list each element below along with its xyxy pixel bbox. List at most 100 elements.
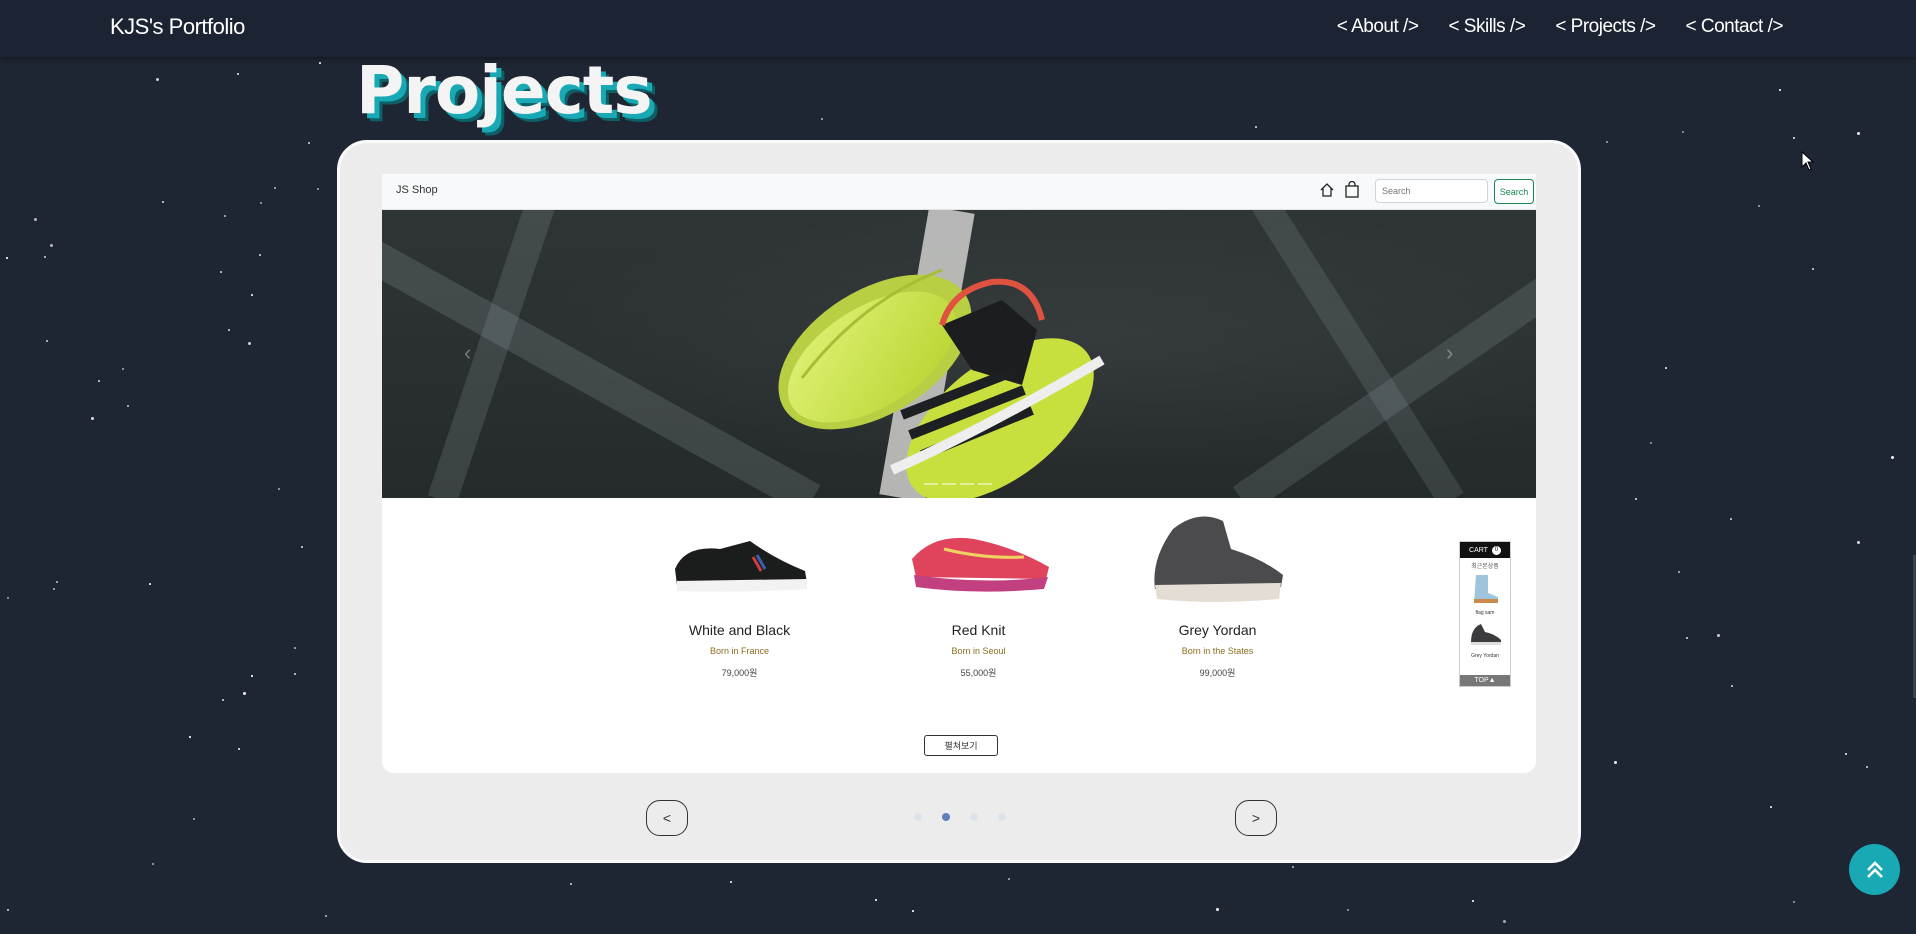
star [243, 692, 246, 695]
star [1682, 131, 1684, 133]
star [1891, 456, 1894, 459]
star [1650, 442, 1652, 444]
carousel-dot[interactable] [970, 813, 978, 821]
recent-cart-widget: CART 0 최근본상품 flag sam Grey Yordan TOP▲ [1459, 541, 1511, 687]
recent-item[interactable]: Grey Yordan [1460, 618, 1510, 659]
star [1758, 205, 1760, 207]
hero-indicator[interactable] [978, 483, 992, 485]
carousel-dot[interactable] [914, 813, 922, 821]
star [7, 597, 9, 599]
star [821, 118, 823, 120]
show-more-button[interactable]: 펼쳐보기 [924, 735, 998, 756]
shop-navbar: JS Shop Search [382, 174, 1536, 210]
star [122, 368, 124, 370]
star [98, 380, 100, 382]
product-image [1098, 496, 1337, 622]
product-price: 79,000원 [721, 668, 758, 678]
carousel-dot-active[interactable] [942, 813, 950, 821]
nav-link-about[interactable]: < About /> [1337, 16, 1419, 38]
scroll-to-top-button[interactable] [1849, 844, 1900, 895]
projects-section-title: Projects [356, 52, 653, 129]
cart-header: CART 0 [1460, 542, 1510, 558]
star [1857, 132, 1860, 135]
home-icon[interactable] [1319, 182, 1335, 198]
star [1731, 685, 1733, 687]
star [238, 748, 240, 750]
shop-search-input[interactable] [1375, 179, 1488, 203]
star [1730, 518, 1732, 520]
star [1857, 541, 1860, 544]
star [570, 883, 572, 885]
star [1866, 766, 1868, 768]
star [274, 187, 276, 189]
carousel-indicators [914, 813, 1006, 821]
hero-indicators [924, 483, 992, 485]
star [224, 215, 226, 217]
hero-indicator[interactable] [942, 483, 956, 485]
star [730, 881, 732, 883]
star [294, 673, 296, 675]
star [278, 488, 280, 490]
star [1779, 89, 1781, 91]
hero-indicator[interactable] [960, 483, 974, 485]
product-image [859, 496, 1098, 622]
star [156, 78, 159, 81]
star [1503, 920, 1506, 923]
product-name: Red Knit [951, 622, 1006, 638]
shop-brand[interactable]: JS Shop [396, 184, 438, 196]
top-navigation-bar: KJS's Portfolio < About /> < Skills /> <… [0, 0, 1916, 57]
star [127, 405, 129, 407]
star [251, 675, 253, 677]
nav-link-contact[interactable]: < Contact /> [1685, 16, 1783, 38]
product-price: 99,000원 [1199, 668, 1236, 678]
product-list: White and Black Born in France 79,000원 R… [620, 496, 1337, 679]
product-image [620, 496, 859, 622]
carousel-prev-button[interactable]: < [646, 800, 688, 836]
nav-link-projects[interactable]: < Projects /> [1555, 16, 1656, 38]
star [46, 340, 48, 342]
star [149, 583, 151, 585]
recent-item[interactable]: flag sam [1460, 573, 1510, 616]
double-chevron-up-icon [1866, 860, 1883, 878]
product-origin: Born in the States [1181, 646, 1254, 656]
star [1472, 900, 1474, 902]
product-name: White and Black [688, 622, 791, 638]
shop-search-button[interactable]: Search [1494, 179, 1534, 204]
star [1793, 137, 1795, 139]
star [162, 201, 164, 203]
hero-next-arrow[interactable]: › [1446, 340, 1453, 366]
star [301, 546, 303, 548]
star [308, 142, 310, 144]
star [237, 73, 239, 75]
star [294, 647, 296, 649]
star [152, 863, 154, 865]
hero-prev-arrow[interactable]: ‹ [464, 340, 471, 366]
product-card[interactable]: Red Knit Born in Seoul 55,000원 [859, 496, 1098, 679]
star [248, 342, 251, 345]
star [912, 910, 914, 912]
star [228, 329, 230, 331]
recent-item-label: Grey Yordan [1471, 653, 1499, 659]
star [1216, 908, 1219, 911]
hero-indicator[interactable] [924, 483, 938, 485]
carousel-next-button[interactable]: > [1235, 800, 1277, 836]
star [1614, 761, 1617, 764]
cart-count-badge: 0 [1491, 545, 1501, 555]
cart-top-button[interactable]: TOP▲ [1460, 675, 1510, 686]
carousel-dot[interactable] [998, 813, 1006, 821]
product-card[interactable]: Grey Yordan Born in the States 99,000원 [1098, 496, 1337, 679]
nav-link-skills[interactable]: < Skills /> [1448, 16, 1525, 38]
star [1717, 634, 1720, 637]
shopping-bag-icon[interactable] [1345, 181, 1359, 198]
star [91, 417, 94, 420]
star [1347, 909, 1349, 911]
product-card[interactable]: White and Black Born in France 79,000원 [620, 496, 859, 679]
star [259, 254, 261, 256]
star [251, 294, 253, 296]
star [1635, 498, 1637, 500]
star [1793, 901, 1795, 903]
cart-title: CART [1469, 546, 1488, 554]
star [56, 581, 58, 583]
portfolio-logo[interactable]: KJS's Portfolio [110, 14, 245, 40]
star [1845, 753, 1847, 755]
